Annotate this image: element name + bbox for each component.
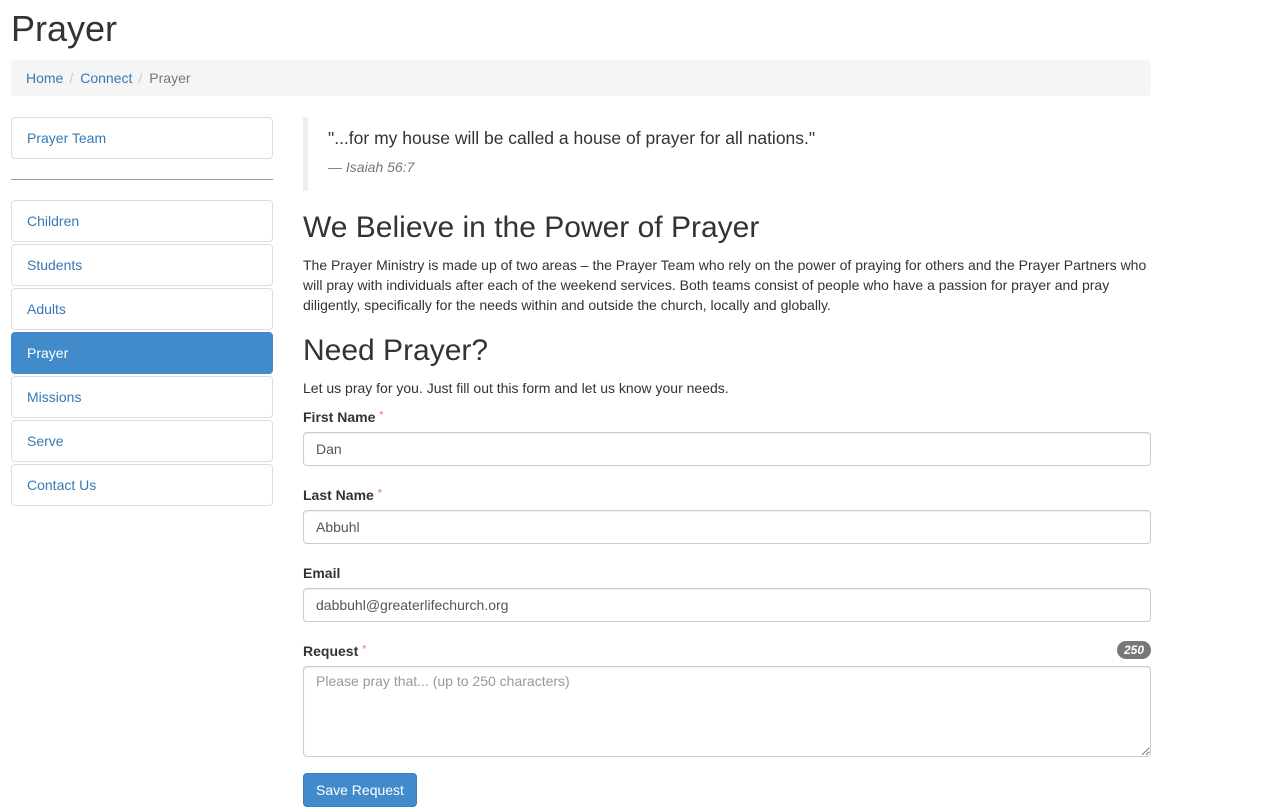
last-name-label-text: Last Name	[303, 487, 374, 503]
need-prayer-heading: Need Prayer?	[303, 334, 489, 367]
required-indicator: *	[362, 644, 367, 655]
sidebar-item-adults[interactable]: Adults	[11, 288, 273, 330]
last-name-input[interactable]	[303, 510, 1151, 544]
sidebar: Prayer Team Children Students Adults Pra…	[11, 117, 273, 508]
request-textarea[interactable]	[303, 666, 1151, 757]
breadcrumb-home-link[interactable]: Home	[26, 70, 63, 86]
first-name-group: First Name *	[303, 408, 1151, 466]
request-label-text: Request	[303, 643, 359, 659]
email-input[interactable]	[303, 588, 1151, 622]
last-name-label: Last Name *	[303, 486, 1151, 504]
email-label: Email	[303, 564, 1151, 582]
page-title: Prayer	[11, 8, 118, 49]
sidebar-item-contact-us[interactable]: Contact Us	[11, 464, 273, 506]
save-request-button[interactable]: Save Request	[303, 773, 417, 807]
sidebar-item-prayer[interactable]: Prayer	[11, 332, 273, 374]
sidebar-item-students[interactable]: Students	[11, 244, 273, 286]
breadcrumb-connect-link[interactable]: Connect	[80, 70, 132, 86]
first-name-label-text: First Name	[303, 409, 376, 425]
breadcrumb-separator: /	[69, 70, 74, 86]
quote-text: "...for my house will be called a house …	[328, 128, 816, 148]
first-name-label: First Name *	[303, 408, 1151, 426]
request-group: Request * 250	[303, 641, 1151, 757]
sidebar-divider	[11, 179, 273, 180]
required-indicator: *	[379, 410, 384, 421]
scripture-quote: "...for my house will be called a house …	[303, 117, 1151, 191]
breadcrumb-current: Prayer	[149, 70, 191, 86]
first-name-input[interactable]	[303, 432, 1151, 466]
last-name-group: Last Name *	[303, 486, 1151, 544]
sidebar-item-children[interactable]: Children	[11, 200, 273, 242]
quote-citation: — Isaiah 56:7	[328, 159, 415, 175]
breadcrumb-separator: /	[138, 70, 143, 86]
main-content: "...for my house will be called a house …	[303, 117, 1151, 807]
prayer-request-form: First Name* Last Name* Email Request* 25…	[303, 408, 1151, 807]
sidebar-item-serve[interactable]: Serve	[11, 420, 273, 462]
request-label: Request *	[303, 642, 1151, 660]
required-indicator: *	[377, 488, 382, 499]
email-label-text: Email	[303, 565, 341, 581]
email-group: Email	[303, 564, 1151, 622]
sidebar-item-prayer-team[interactable]: Prayer Team	[11, 117, 273, 159]
believe-paragraph: The Prayer Ministry is made up of two ar…	[303, 257, 1147, 313]
breadcrumb: Home / Connect / Prayer	[11, 60, 1151, 96]
character-count-badge: 250	[1116, 641, 1151, 659]
need-prayer-intro: Let us pray for you. Just fill out this …	[303, 380, 729, 396]
believe-heading: We Believe in the Power of Prayer	[303, 211, 760, 244]
sidebar-item-missions[interactable]: Missions	[11, 376, 273, 418]
